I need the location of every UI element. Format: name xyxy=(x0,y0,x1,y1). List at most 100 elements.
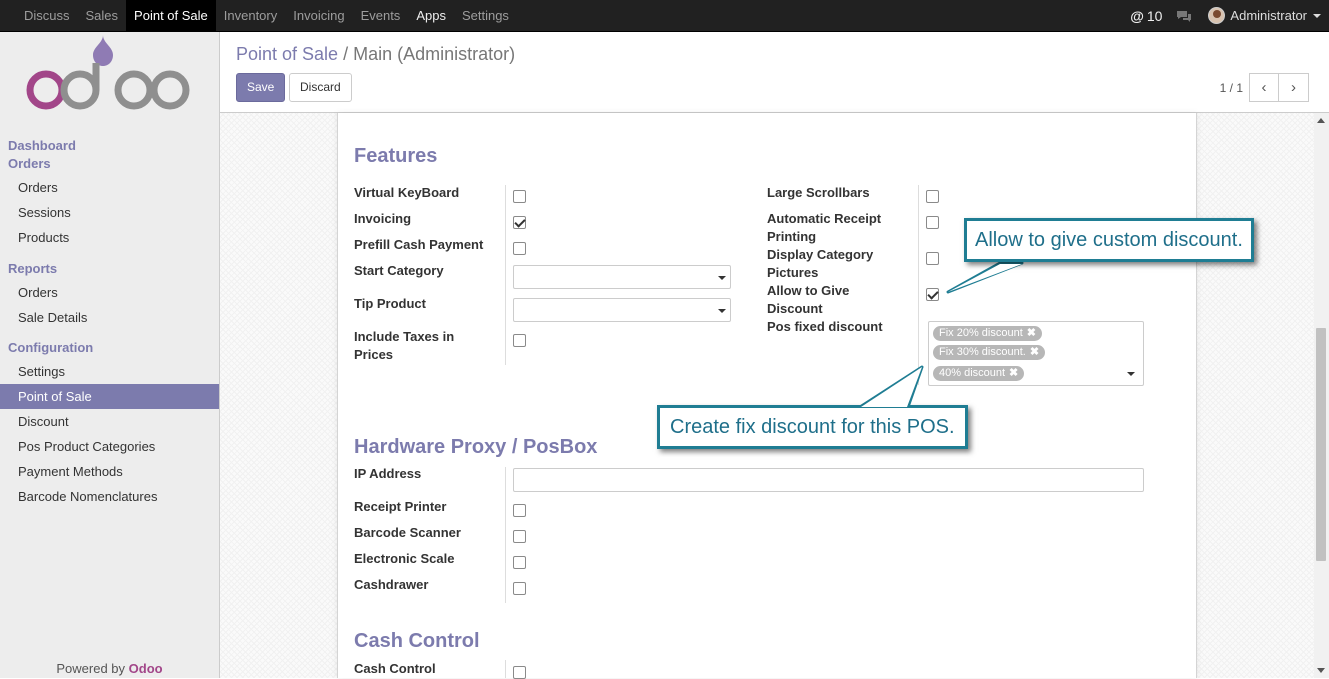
invoicing-checkbox[interactable] xyxy=(513,216,526,229)
sidebar: Dashboard Orders Orders Sessions Product… xyxy=(0,32,220,678)
avatar xyxy=(1208,7,1226,24)
sidebar-section-reports: Reports Orders Sale Details xyxy=(0,258,219,330)
tip-product-select[interactable] xyxy=(513,298,731,322)
features-right-divider xyxy=(918,185,919,385)
sidebar-heading-reports[interactable]: Reports xyxy=(0,258,219,280)
menu-settings[interactable]: Settings xyxy=(454,0,517,31)
large-scrollbars-checkbox[interactable] xyxy=(926,190,939,203)
display-category-pictures-checkbox[interactable] xyxy=(926,252,939,265)
include-taxes-label: Include Taxes in Prices xyxy=(354,329,455,362)
close-icon[interactable]: ✖ xyxy=(1030,346,1039,358)
chat-icon[interactable] xyxy=(1176,10,1192,22)
barcode-scanner-checkbox[interactable] xyxy=(513,530,526,543)
menu-sales[interactable]: Sales xyxy=(78,0,127,31)
menu-point-of-sale[interactable]: Point of Sale xyxy=(126,0,216,31)
sidebar-item-barcode-nomenclatures[interactable]: Barcode Nomenclatures xyxy=(0,484,219,509)
cash-control-checkbox[interactable] xyxy=(513,666,526,679)
electronic-scale-label: Electronic Scale xyxy=(354,551,455,566)
menu-invoicing[interactable]: Invoicing xyxy=(285,0,352,31)
include-taxes-checkbox[interactable] xyxy=(513,334,526,347)
start-category-select[interactable] xyxy=(513,265,731,289)
top-navbar: Discuss Sales Point of Sale Inventory In… xyxy=(0,0,1329,32)
virtual-keyboard-label: Virtual KeyBoard xyxy=(354,185,460,200)
start-category-label: Start Category xyxy=(354,263,444,278)
form-view: Features Virtual KeyBoard Invoicing Pref… xyxy=(220,113,1329,679)
powered-brand-link[interactable]: Odoo xyxy=(129,661,163,676)
odoo-logo[interactable] xyxy=(24,35,194,113)
close-icon[interactable]: ✖ xyxy=(1009,367,1018,379)
app-menu: Discuss Sales Point of Sale Inventory In… xyxy=(16,0,517,31)
control-panel: Point of Sale / Main (Administrator) Sav… xyxy=(220,32,1329,113)
sidebar-heading-orders[interactable]: Orders xyxy=(0,155,219,175)
tip-product-label: Tip Product xyxy=(354,296,426,311)
close-icon[interactable]: ✖ xyxy=(1027,327,1036,339)
scroll-up-icon[interactable] xyxy=(1317,118,1325,123)
hardware-divider xyxy=(505,467,506,603)
save-button[interactable]: Save xyxy=(236,73,286,102)
sidebar-heading-configuration[interactable]: Configuration xyxy=(0,337,219,359)
pos-fixed-discount-tags[interactable]: Fix 20% discount ✖ Fix 30% discount. ✖ 40%… xyxy=(928,321,1144,386)
sidebar-item-orders[interactable]: Orders xyxy=(0,175,219,200)
scroll-down-icon[interactable] xyxy=(1317,668,1325,673)
pager-value[interactable]: 1 / 1 xyxy=(1220,81,1243,95)
ip-address-input[interactable] xyxy=(513,468,1144,492)
sidebar-heading-dashboard[interactable]: Dashboard xyxy=(0,137,219,155)
sidebar-item-payment-methods[interactable]: Payment Methods xyxy=(0,459,219,484)
sidebar-item-discount[interactable]: Discount xyxy=(0,409,219,434)
electronic-scale-checkbox[interactable] xyxy=(513,556,526,569)
discount-tag[interactable]: 40% discount ✖ xyxy=(933,366,1025,381)
pager-previous-button[interactable]: ‹ xyxy=(1249,73,1279,102)
sidebar-item-pos-product-categories[interactable]: Pos Product Categories xyxy=(0,434,219,459)
cash-control-label: Cash Control xyxy=(354,661,436,676)
breadcrumb-current: Main (Administrator) xyxy=(353,44,516,64)
scrollbar[interactable] xyxy=(1314,113,1329,678)
chevron-down-icon[interactable] xyxy=(1127,372,1135,376)
discount-tag-label: 40% discount xyxy=(939,367,1006,379)
discard-button[interactable]: Discard xyxy=(289,73,352,102)
user-menu[interactable]: Administrator xyxy=(1208,7,1321,24)
allow-discount-checkbox[interactable] xyxy=(926,288,939,301)
chevron-down-icon xyxy=(718,309,726,313)
features-title: Features xyxy=(354,145,438,167)
user-name: Administrator xyxy=(1230,8,1307,23)
sidebar-item-settings[interactable]: Settings xyxy=(0,359,219,384)
sidebar-item-sessions[interactable]: Sessions xyxy=(0,200,219,225)
discount-tag-label: Fix 20% discount xyxy=(939,327,1023,339)
menu-events[interactable]: Events xyxy=(353,0,409,31)
form-sheet: Features Virtual KeyBoard Invoicing Pref… xyxy=(337,113,1197,679)
at-icon: @ xyxy=(1130,7,1144,24)
automatic-receipt-printing-checkbox[interactable] xyxy=(926,216,939,229)
discount-tag[interactable]: Fix 30% discount. ✖ xyxy=(933,345,1046,360)
cash-control-divider xyxy=(505,660,506,678)
breadcrumb: Point of Sale / Main (Administrator) xyxy=(236,44,515,65)
menu-discuss[interactable]: Discuss xyxy=(16,0,78,31)
mentions-button[interactable]: @ 10 xyxy=(1130,8,1162,24)
breadcrumb-parent[interactable]: Point of Sale xyxy=(236,44,338,64)
sidebar-item-sale-details[interactable]: Sale Details xyxy=(0,305,219,330)
powered-prefix: Powered by xyxy=(56,661,126,676)
menu-apps[interactable]: Apps xyxy=(408,0,454,31)
discount-tag[interactable]: Fix 20% discount ✖ xyxy=(933,326,1042,341)
sidebar-item-point-of-sale[interactable]: Point of Sale xyxy=(0,384,219,409)
powered-by: Powered by Odoo xyxy=(0,661,219,676)
sidebar-item-report-orders[interactable]: Orders xyxy=(0,280,219,305)
chevron-right-icon: › xyxy=(1291,79,1296,96)
automatic-receipt-printing-label: Automatic Receipt Printing xyxy=(767,211,882,244)
display-category-pictures-label: Display Category Pictures xyxy=(767,247,874,280)
sidebar-item-products[interactable]: Products xyxy=(0,225,219,250)
pager-next-button[interactable]: › xyxy=(1279,73,1309,102)
receipt-printer-checkbox[interactable] xyxy=(513,504,526,517)
virtual-keyboard-checkbox[interactable] xyxy=(513,190,526,203)
sidebar-section-configuration: Configuration Settings Point of Sale Dis… xyxy=(0,337,219,509)
cashdrawer-checkbox[interactable] xyxy=(513,582,526,595)
cash-control-title: Cash Control xyxy=(354,630,480,652)
scrollbar-thumb[interactable] xyxy=(1316,328,1326,561)
prefill-cash-payment-checkbox[interactable] xyxy=(513,242,526,255)
chevron-down-icon xyxy=(1313,13,1321,18)
receipt-printer-label: Receipt Printer xyxy=(354,499,447,514)
barcode-scanner-label: Barcode Scanner xyxy=(354,525,461,540)
menu-inventory[interactable]: Inventory xyxy=(216,0,285,31)
pos-fixed-discount-label: Pos fixed discount xyxy=(767,319,883,334)
pager: 1 / 1 ‹ › xyxy=(1220,73,1309,102)
invoicing-label: Invoicing xyxy=(354,211,412,226)
